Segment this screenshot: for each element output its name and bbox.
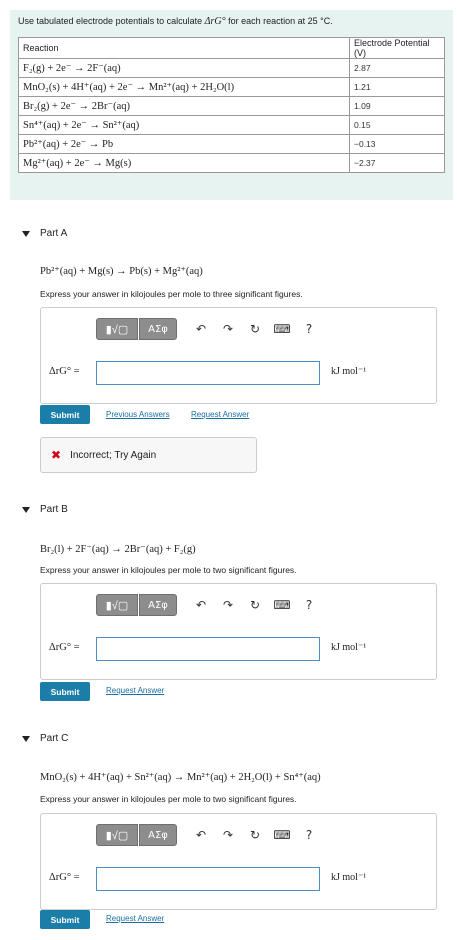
keyboard-icon[interactable]: ⌨ [272,595,292,615]
part-a-request-answer-link[interactable]: Request Answer [191,410,249,419]
table-header-row: Reaction Electrode Potential (V) [18,37,445,59]
part-a-instruction: Express your answer in kilojoules per mo… [40,289,303,299]
help-icon[interactable]: ? [299,825,319,845]
part-a-answer-box: ▮√▢ ΑΣφ ↶ ↷ ↻ ⌨ ? ΔrG° = kJ mol⁻¹ [40,307,437,404]
part-b-answer-box: ▮√▢ ΑΣφ ↶ ↷ ↻ ⌨ ? ΔrG° = kJ mol⁻¹ [40,583,437,680]
table-row: Pb²⁺(aq) + 2e⁻ → Pb −0.13 [18,134,445,154]
templates-button[interactable]: ▮√▢ [96,824,138,846]
intro-symbol: ΔrG° [204,16,226,27]
table-header-potential: Electrode Potential (V) [349,37,445,59]
collapse-triangle-icon[interactable] [22,735,30,742]
table-row: Sn⁴⁺(aq) + 2e⁻ → Sn²⁺(aq) 0.15 [18,115,445,135]
keyboard-icon[interactable]: ⌨ [272,825,292,845]
feedback-incorrect: ✖ Incorrect; Try Again [40,437,257,473]
part-b-answer-input[interactable] [96,637,320,661]
reset-icon[interactable]: ↻ [245,595,265,615]
table-cell-reaction: Sn⁴⁺(aq) + 2e⁻ → Sn²⁺(aq) [18,115,350,135]
table-cell-potential: 2.87 [349,58,445,78]
undo-icon[interactable]: ↶ [191,825,211,845]
part-c-title: Part C [40,733,69,744]
part-a-answer-input[interactable] [96,361,320,385]
delta-g-label: ΔrG° = [49,872,80,883]
table-header-reaction: Reaction [18,37,350,59]
math-toolbar: ▮√▢ ΑΣφ ↶ ↷ ↻ ⌨ ? [96,824,319,846]
part-c-header[interactable]: Part C [22,733,68,744]
templates-button[interactable]: ▮√▢ [96,594,138,616]
part-c-answer-input[interactable] [96,867,320,891]
redo-icon[interactable]: ↷ [218,319,238,339]
greek-symbols-button[interactable]: ΑΣφ [139,824,177,846]
table-cell-potential: 1.21 [349,77,445,97]
table-cell-reaction: Br₂(g) + 2e⁻ → 2Br⁻(aq) [18,96,350,116]
feedback-message: Incorrect; Try Again [70,449,157,461]
table-row: Mg²⁺(aq) + 2e⁻ → Mg(s) −2.37 [18,153,445,173]
intro-panel: Use tabulated electrode potentials to ca… [10,10,453,200]
greek-symbols-button[interactable]: ΑΣφ [139,318,177,340]
part-c-submit-button[interactable]: Submit [40,910,90,929]
unit-label: kJ mol⁻¹ [331,872,367,883]
table-row: MnO₂(s) + 4H⁺(aq) + 2e⁻ → Mn²⁺(aq) + 2H₂… [18,77,445,97]
electrode-potential-table: Reaction Electrode Potential (V) F₂(g) +… [18,37,445,173]
unit-label: kJ mol⁻¹ [331,366,367,377]
part-b-reaction: Br₂(l) + 2F⁻(aq) → 2Br⁻(aq) + F₂(g) [40,544,196,555]
math-toolbar: ▮√▢ ΑΣφ ↶ ↷ ↻ ⌨ ? [96,318,319,340]
collapse-triangle-icon[interactable] [22,230,30,237]
reset-icon[interactable]: ↻ [245,825,265,845]
part-a-title: Part A [40,228,68,239]
part-a-submit-button[interactable]: Submit [40,405,90,424]
part-b-request-answer-link[interactable]: Request Answer [106,686,164,695]
undo-icon[interactable]: ↶ [191,595,211,615]
part-c-reaction: MnO₂(s) + 4H⁺(aq) + Sn²⁺(aq) → Mn²⁺(aq) … [40,772,321,783]
templates-button[interactable]: ▮√▢ [96,318,138,340]
table-cell-potential: −2.37 [349,153,445,173]
part-c-request-answer-link[interactable]: Request Answer [106,914,164,923]
table-cell-reaction: F₂(g) + 2e⁻ → 2F⁻(aq) [18,58,350,78]
part-b-title: Part B [40,504,68,515]
part-c-instruction: Express your answer in kilojoules per mo… [40,794,297,804]
redo-icon[interactable]: ↷ [218,595,238,615]
intro-text-after: for each reaction at 25 °C. [225,16,333,26]
keyboard-icon[interactable]: ⌨ [272,319,292,339]
delta-g-label: ΔrG° = [49,366,80,377]
redo-icon[interactable]: ↷ [218,825,238,845]
part-b-instruction: Express your answer in kilojoules per mo… [40,565,297,575]
table-cell-potential: 0.15 [349,115,445,135]
greek-symbols-button[interactable]: ΑΣφ [139,594,177,616]
table-cell-reaction: Mg²⁺(aq) + 2e⁻ → Mg(s) [18,153,350,173]
math-toolbar: ▮√▢ ΑΣφ ↶ ↷ ↻ ⌨ ? [96,594,319,616]
undo-icon[interactable]: ↶ [191,319,211,339]
table-cell-reaction: MnO₂(s) + 4H⁺(aq) + 2e⁻ → Mn²⁺(aq) + 2H₂… [18,77,350,97]
previous-answers-link[interactable]: Previous Answers [106,410,170,419]
part-b-header[interactable]: Part B [22,504,68,515]
help-icon[interactable]: ? [299,595,319,615]
intro-text-before: Use tabulated electrode potentials to ca… [18,16,205,26]
table-cell-potential: 1.09 [349,96,445,116]
part-b-submit-button[interactable]: Submit [40,682,90,701]
part-a-reaction: Pb²⁺(aq) + Mg(s) → Pb(s) + Mg²⁺(aq) [40,266,203,277]
delta-g-label: ΔrG° = [49,642,80,653]
table-row: Br₂(g) + 2e⁻ → 2Br⁻(aq) 1.09 [18,96,445,116]
help-icon[interactable]: ? [299,319,319,339]
unit-label: kJ mol⁻¹ [331,642,367,653]
part-c-answer-box: ▮√▢ ΑΣφ ↶ ↷ ↻ ⌨ ? ΔrG° = kJ mol⁻¹ [40,813,437,910]
part-a-header[interactable]: Part A [22,228,67,239]
error-x-icon: ✖ [51,448,62,462]
table-cell-potential: −0.13 [349,134,445,154]
table-row: F₂(g) + 2e⁻ → 2F⁻(aq) 2.87 [18,58,445,78]
reset-icon[interactable]: ↻ [245,319,265,339]
table-cell-reaction: Pb²⁺(aq) + 2e⁻ → Pb [18,134,350,154]
collapse-triangle-icon[interactable] [22,506,30,513]
intro-instruction: Use tabulated electrode potentials to ca… [18,16,333,27]
